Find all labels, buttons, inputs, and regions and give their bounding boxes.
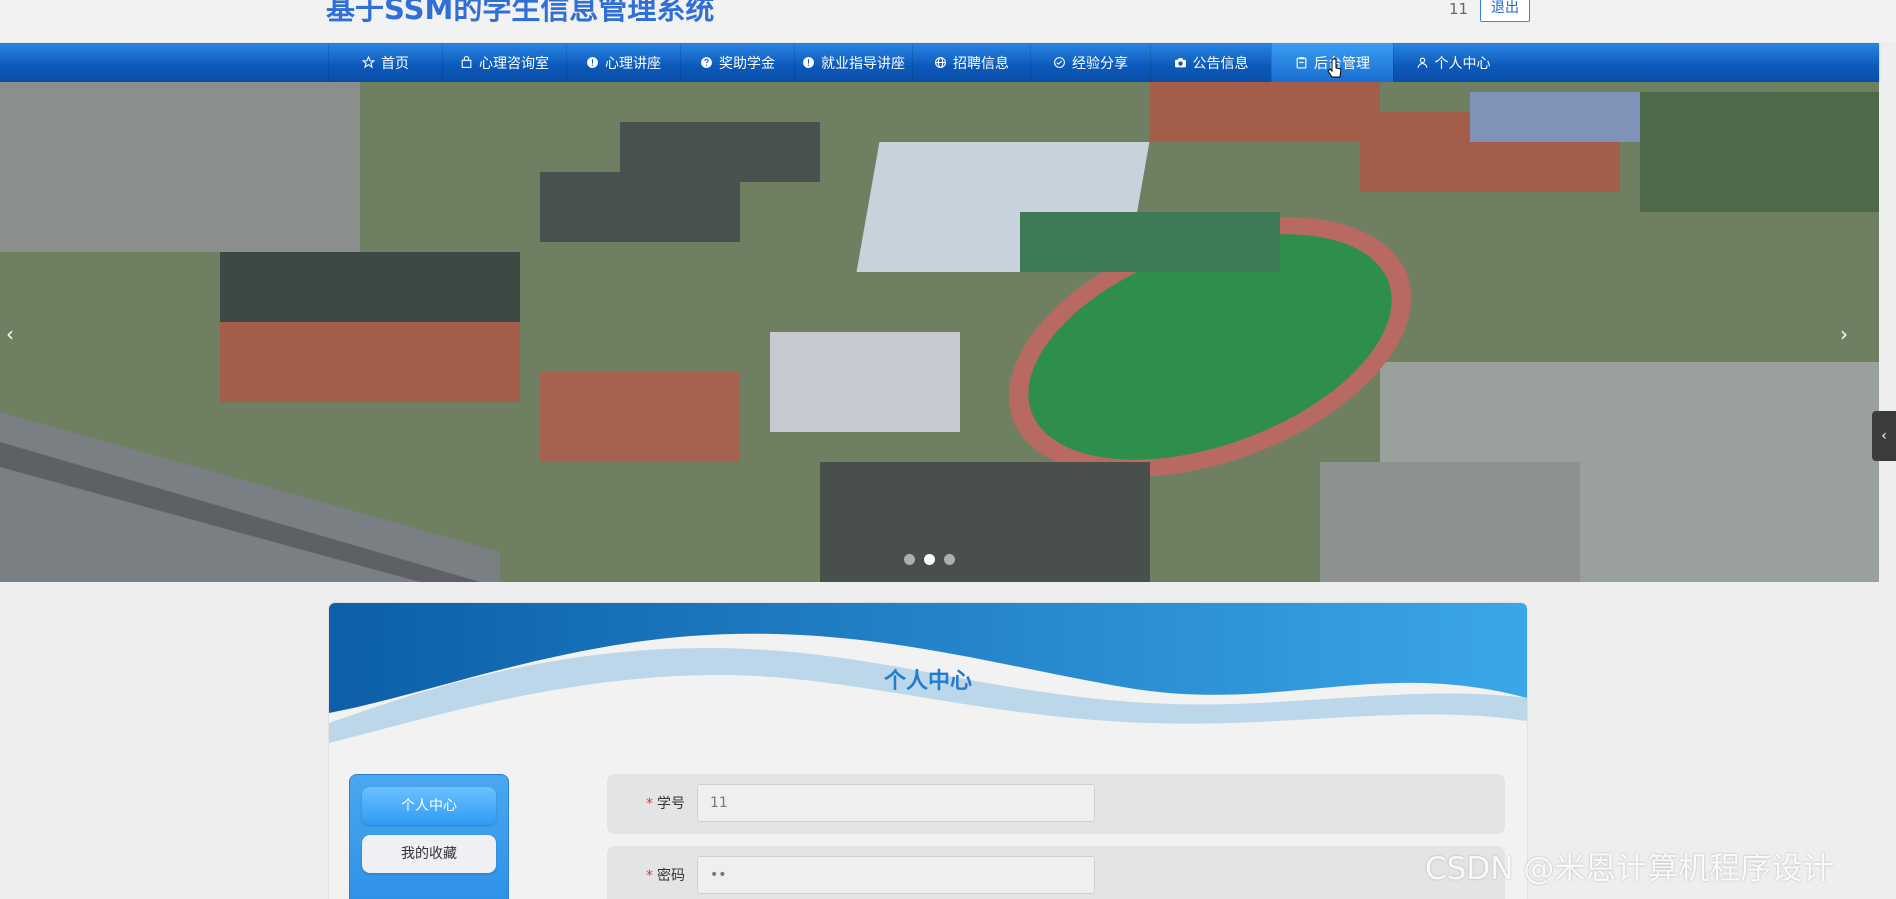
- camera-icon: [1174, 56, 1187, 69]
- carousel-dots: [904, 554, 964, 565]
- nav-label: 心理讲座: [605, 55, 661, 72]
- star-icon: [362, 56, 375, 69]
- carousel-prev-arrow[interactable]: ‹: [6, 322, 14, 346]
- profile-title: 个人中心: [883, 669, 972, 694]
- nav-label: 首页: [381, 55, 409, 72]
- form-row-student-id: * 学号 11: [607, 774, 1505, 834]
- watermark: CSDN @米恩计算机程序设计: [1425, 851, 1834, 887]
- nav-item-psych-lecture[interactable]: 心理讲座: [566, 43, 680, 82]
- field-label: 学号: [657, 796, 685, 812]
- username-label: 11: [1449, 0, 1469, 18]
- nav-item-counseling-room[interactable]: 心理咨询室: [442, 43, 566, 82]
- banner-carousel[interactable]: [0, 82, 1879, 582]
- password-input[interactable]: ••: [697, 856, 1095, 894]
- carousel-next-arrow[interactable]: ›: [1840, 322, 1848, 346]
- password-label: * 密码: [646, 846, 685, 899]
- menu-profile-center[interactable]: 个人中心: [362, 787, 496, 825]
- nav-label: 经验分享: [1072, 55, 1128, 72]
- nav-label: 个人中心: [1434, 55, 1491, 72]
- side-panel-toggle[interactable]: ‹: [1872, 411, 1896, 461]
- nav-label: 心理咨询室: [479, 55, 549, 72]
- mouse-cursor-icon: [1327, 58, 1342, 78]
- info-icon: [802, 56, 815, 69]
- bag-icon: [460, 56, 473, 69]
- carousel-dot-active[interactable]: [924, 554, 935, 565]
- menu-my-favorites[interactable]: 我的收藏: [362, 835, 496, 873]
- student-id-label: * 学号: [646, 774, 685, 834]
- nav-item-career-lecture[interactable]: 就业指导讲座: [794, 43, 912, 82]
- check-circle-icon: [1053, 56, 1066, 69]
- required-mark: *: [646, 796, 653, 812]
- user-icon: [1416, 56, 1429, 69]
- nav-item-scholarship[interactable]: 奖助学金: [680, 43, 794, 82]
- profile-side-menu: 个人中心 我的收藏: [349, 774, 509, 899]
- profile-card: 个人中心 个人中心 我的收藏 * 学号 11 * 密码 ••: [329, 603, 1527, 899]
- question-icon: [700, 56, 713, 69]
- campus-aerial-image: [0, 82, 1879, 582]
- top-header: 基于SSM的学生信息管理系统 11 退出: [0, 0, 1896, 42]
- student-id-input[interactable]: 11: [697, 784, 1095, 822]
- globe-icon: [934, 56, 947, 69]
- clipboard-icon: [1295, 56, 1308, 69]
- required-mark: *: [646, 868, 653, 884]
- nav-item-announcements[interactable]: 公告信息: [1150, 43, 1271, 82]
- info-icon: [586, 56, 599, 69]
- nav-label: 招聘信息: [953, 55, 1009, 72]
- nav-item-jobs[interactable]: 招聘信息: [912, 43, 1030, 82]
- nav-label: 公告信息: [1192, 55, 1249, 72]
- form-row-password: * 密码 ••: [607, 846, 1505, 899]
- nav-item-experience[interactable]: 经验分享: [1030, 43, 1150, 82]
- nav-label: 奖助学金: [719, 55, 775, 72]
- site-title: 基于SSM的学生信息管理系统: [326, 0, 715, 26]
- logout-button[interactable]: 退出: [1480, 0, 1530, 22]
- nav-label: 就业指导讲座: [821, 55, 905, 72]
- carousel-dot[interactable]: [944, 554, 955, 565]
- main-nav: 首页 心理咨询室 心理讲座 奖助学金 就业指导讲座 招聘信息 经验分享 公告信息…: [0, 43, 1879, 82]
- carousel-dot[interactable]: [904, 554, 915, 565]
- field-label: 密码: [657, 868, 685, 884]
- nav-item-profile[interactable]: 个人中心: [1393, 43, 1512, 82]
- nav-item-home[interactable]: 首页: [328, 43, 442, 82]
